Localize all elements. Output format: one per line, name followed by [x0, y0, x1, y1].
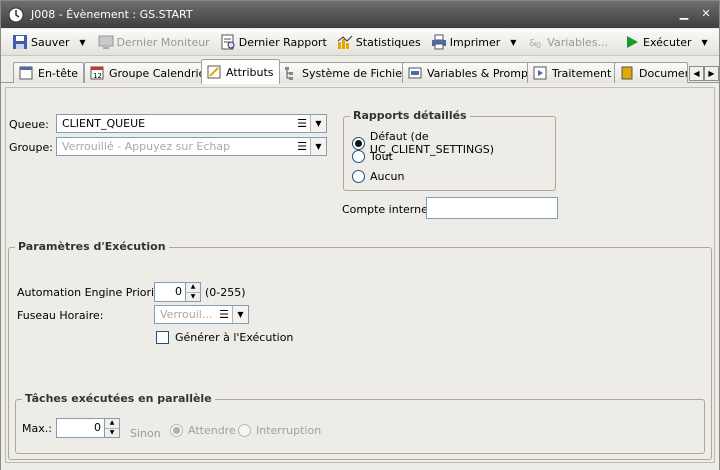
internal-account-label: Compte interne:: [342, 203, 432, 216]
radio-checked-icon: [170, 424, 183, 437]
radio-checked-icon: [352, 136, 365, 150]
minimize-icon[interactable]: ▁: [677, 7, 691, 21]
interruption-radio[interactable]: Interruption: [238, 424, 321, 437]
timezone-label: Fuseau Horaire:: [17, 309, 104, 322]
application-window: J008 - Évènement : GS.START ▁ ✕ Sauver ▼…: [0, 0, 720, 470]
chart-icon: [337, 34, 353, 50]
tab-variables-prompts[interactable]: Variables & Prompts: [402, 62, 545, 83]
list-icon[interactable]: ☰: [294, 138, 310, 155]
execute-dropdown-icon[interactable]: ▼: [699, 32, 711, 52]
radio-icon: [352, 150, 365, 163]
queue-label: Queue:: [9, 118, 49, 131]
tab-document[interactable]: Document: [614, 62, 688, 83]
chevron-down-icon[interactable]: ▼: [310, 138, 326, 155]
priority-range: (0-255): [205, 286, 246, 299]
print-dropdown-icon[interactable]: ▼: [507, 32, 519, 52]
window-title: J008 - Évènement : GS.START: [31, 8, 193, 21]
svg-text:0: 0: [536, 41, 541, 50]
close-icon[interactable]: ✕: [699, 7, 713, 21]
variables-icon: & 0: [528, 34, 544, 50]
print-button[interactable]: Imprimer: [428, 31, 504, 53]
save-button[interactable]: Sauver: [9, 31, 73, 53]
chevron-down-icon[interactable]: ▼: [232, 306, 248, 323]
last-report-button[interactable]: Dernier Rapport: [217, 31, 330, 53]
tab-calendar-group[interactable]: 12 Groupe Calendrier: [84, 62, 216, 83]
tab-header[interactable]: En-tête: [13, 62, 85, 83]
processing-icon: [533, 66, 547, 80]
statistics-button[interactable]: Statistiques: [334, 31, 424, 53]
report-icon: [220, 34, 236, 50]
detailed-reports-group: Rapports détaillés Défaut (de UC_CLIENT_…: [343, 109, 556, 191]
group-label: Groupe:: [9, 141, 53, 154]
last-monitor-button[interactable]: Dernier Moniteur: [95, 31, 213, 53]
tab-bar: En-tête 12 Groupe Calendrier Attributs S…: [1, 57, 719, 84]
priority-spinner[interactable]: 0 ▲ ▼: [154, 282, 201, 302]
calendar-icon-day: 12: [93, 72, 102, 80]
toolbar: Sauver ▼ Dernier Moniteur Dernier Rappor…: [1, 29, 719, 56]
otherwise-label: Sinon: [130, 427, 161, 440]
variables-prompts-icon: [408, 66, 422, 80]
queue-field[interactable]: CLIENT_QUEUE ☰ ▼: [56, 114, 327, 133]
wait-radio[interactable]: Attendre: [170, 424, 236, 437]
execute-button[interactable]: Exécuter: [621, 31, 695, 53]
max-label: Max.:: [22, 422, 52, 435]
radio-icon: [238, 424, 251, 437]
timezone-field[interactable]: Verrouil... ☰ ▼: [154, 305, 249, 324]
queue-value: CLIENT_QUEUE: [62, 117, 146, 130]
group-placeholder: Verrouillé - Appuyez sur Echap: [62, 140, 231, 153]
attributes-panel: Queue: CLIENT_QUEUE ☰ ▼ Groupe: Verrouil…: [5, 87, 715, 463]
calendar-icon: 12: [90, 66, 104, 80]
group-field[interactable]: Verrouillé - Appuyez sur Echap ☰ ▼: [56, 137, 327, 156]
detailed-reports-title: Rapports détaillés: [350, 109, 470, 122]
timezone-value: Verrouil...: [160, 308, 213, 321]
attributes-page: Queue: CLIENT_QUEUE ☰ ▼ Groupe: Verrouil…: [1, 83, 719, 470]
spin-down-icon[interactable]: ▼: [105, 429, 119, 438]
parallel-tasks-title: Tâches exécutées en parallèle: [22, 392, 215, 405]
monitor-icon: [98, 34, 114, 50]
checkbox-icon: [156, 331, 169, 344]
printer-icon: [431, 34, 447, 50]
execution-parameters-group: Paramètres d'Exécution Automation Engine…: [8, 240, 712, 460]
variables-button[interactable]: & 0 Variables...: [525, 31, 611, 53]
clock-icon: [7, 6, 25, 24]
attributes-icon: [207, 65, 221, 79]
chevron-down-icon[interactable]: ▼: [310, 115, 326, 132]
report-all-radio[interactable]: Tout: [352, 150, 393, 163]
header-icon: [19, 66, 33, 80]
internal-account-input[interactable]: [426, 197, 558, 219]
save-icon: [12, 34, 28, 50]
play-icon: [624, 34, 640, 50]
tab-scroll-left-icon[interactable]: ◀: [689, 66, 704, 81]
max-spinner[interactable]: 0 ▲ ▼: [56, 418, 120, 438]
report-none-radio[interactable]: Aucun: [352, 170, 405, 183]
spin-down-icon[interactable]: ▼: [186, 293, 200, 302]
list-icon[interactable]: ☰: [294, 115, 310, 132]
max-value[interactable]: 0: [56, 418, 105, 438]
generate-at-runtime-checkbox[interactable]: Générer à l'Exécution: [156, 331, 293, 344]
title-bar: J008 - Évènement : GS.START ▁ ✕: [1, 1, 719, 28]
spin-up-icon[interactable]: ▲: [186, 283, 200, 293]
radio-icon: [352, 170, 365, 183]
save-dropdown-icon[interactable]: ▼: [77, 32, 89, 52]
tab-file-system[interactable]: Système de Fichiers: [277, 62, 419, 83]
file-tree-icon: [283, 66, 297, 80]
execution-parameters-title: Paramètres d'Exécution: [15, 240, 169, 253]
tab-processing[interactable]: Traitement: [527, 62, 618, 83]
parallel-tasks-group: Tâches exécutées en parallèle Max.: 0 ▲ …: [15, 392, 705, 454]
list-icon[interactable]: ☰: [216, 306, 232, 323]
tab-scroll-right-icon[interactable]: ▶: [704, 66, 719, 81]
spin-up-icon[interactable]: ▲: [105, 419, 119, 429]
tab-attributes[interactable]: Attributs: [201, 59, 280, 84]
priority-value[interactable]: 0: [154, 282, 186, 302]
document-icon: [620, 66, 634, 80]
priority-label: Automation Engine Priorité:: [17, 286, 169, 299]
